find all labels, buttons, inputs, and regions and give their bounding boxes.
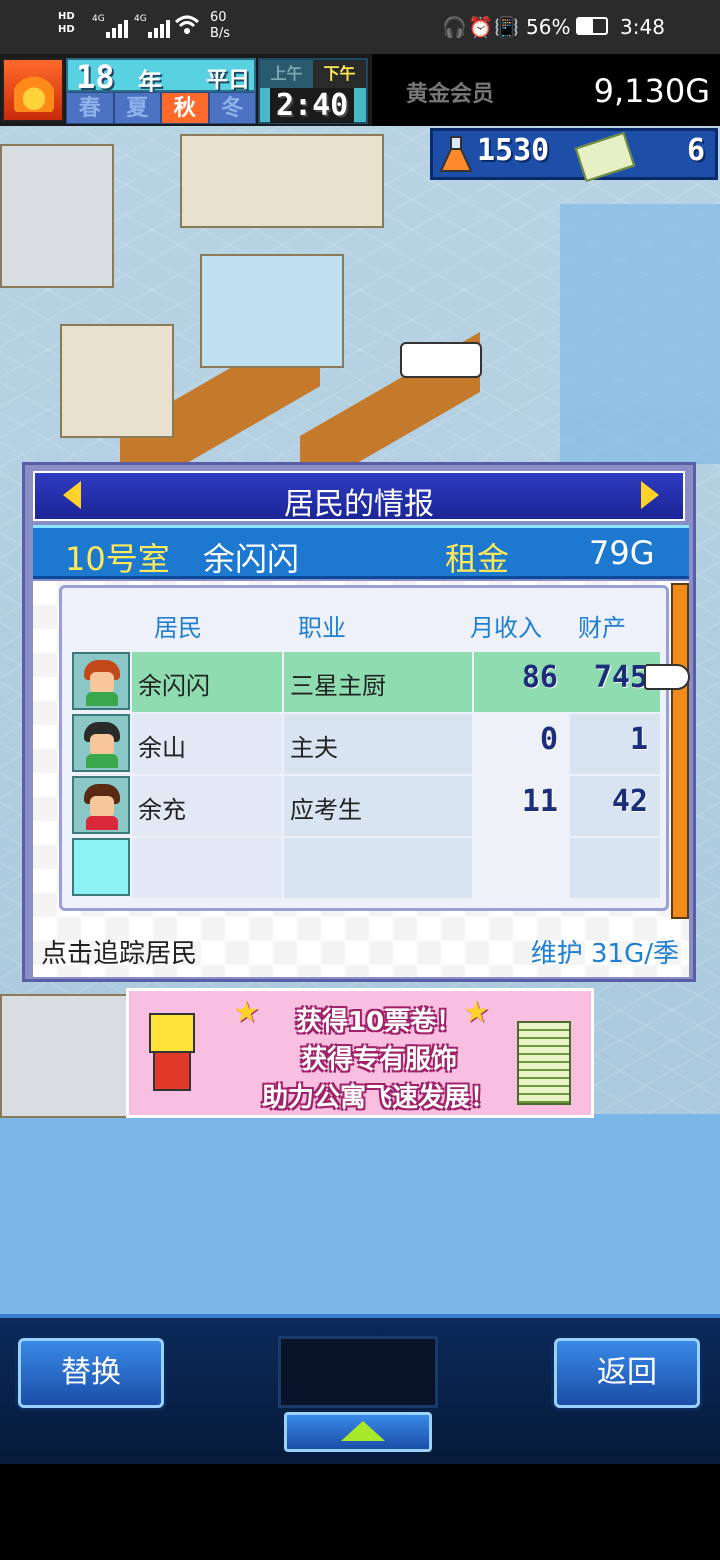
promo-line-1: 获得10票卷！ bbox=[295, 1007, 463, 1037]
resident-info-panel: 居民的情报 10号室 余闪闪 租金 79G 居民 职业 月收入 财产 余闪闪 三… bbox=[22, 462, 696, 982]
avatar bbox=[72, 652, 130, 710]
building-wall bbox=[180, 134, 384, 228]
resident-name: 余闪闪 bbox=[138, 672, 210, 700]
scrollbar[interactable] bbox=[671, 583, 689, 919]
season-indicator: 春 夏 秋 冬 bbox=[66, 92, 256, 124]
table-row[interactable]: 余充 应考生 11 42 bbox=[70, 776, 660, 836]
promo-banner[interactable]: ★ ★ 获得10票卷！ 获得专有服饰 助力公寓飞速发展！ bbox=[126, 988, 594, 1118]
resident-name: 余充 bbox=[138, 796, 186, 824]
game-clock: 2:40 bbox=[270, 88, 355, 123]
resident-status-bubble[interactable] bbox=[400, 342, 482, 378]
battery-percent: 56% bbox=[526, 15, 571, 39]
weekday-label: 平日 bbox=[206, 68, 251, 93]
header-assets: 财产 bbox=[578, 614, 626, 642]
resident-table: 居民 职业 月收入 财产 余闪闪 三星主厨 86 745 余山 主夫 0 1 余… bbox=[59, 585, 669, 911]
year-number: 18 bbox=[76, 58, 115, 96]
header-income: 月收入 bbox=[470, 614, 542, 642]
bathroom-room[interactable] bbox=[200, 254, 344, 368]
membership-label[interactable]: 黄金会员 bbox=[406, 76, 494, 108]
empty-slot-row[interactable] bbox=[70, 838, 660, 898]
season-summer: 夏 bbox=[113, 92, 161, 124]
room-number: 10号室 bbox=[65, 540, 170, 578]
empty-avatar-slot bbox=[72, 838, 130, 896]
wifi-icon bbox=[174, 15, 200, 34]
resident-name: 余山 bbox=[138, 734, 186, 762]
kitchen-room[interactable] bbox=[60, 324, 174, 438]
rent-value: 79G bbox=[589, 534, 655, 572]
room-info-bar: 10号室 余闪闪 租金 79G bbox=[33, 525, 689, 579]
track-resident-hint[interactable]: 点击追踪居民 bbox=[41, 933, 197, 970]
panel-title: 居民的情报 bbox=[284, 487, 434, 522]
resident-income: 11 bbox=[521, 784, 558, 819]
expand-up-button[interactable] bbox=[284, 1412, 432, 1452]
office-room[interactable] bbox=[0, 144, 114, 288]
rent-label: 租金 bbox=[445, 540, 510, 578]
gold-amount: 9,130G bbox=[593, 72, 710, 110]
autumn-season-icon bbox=[2, 58, 64, 122]
resident-table-area: 居民 职业 月收入 财产 余闪闪 三星主厨 86 745 余山 主夫 0 1 余… bbox=[33, 581, 689, 977]
table-row[interactable]: 余闪闪 三星主厨 86 745 bbox=[70, 652, 660, 712]
back-button[interactable]: 返回 bbox=[554, 1338, 700, 1408]
flask-icon bbox=[439, 136, 473, 172]
network-speed: 60 B/s bbox=[210, 10, 231, 41]
replace-button[interactable]: 替换 bbox=[18, 1338, 164, 1408]
resident-assets: 42 bbox=[611, 784, 648, 819]
vibrate-icon: 📳 bbox=[494, 15, 519, 39]
network-hd-indicator: HD HD bbox=[58, 11, 75, 35]
pointer-hand-icon bbox=[644, 664, 690, 690]
status-bar: HD HD 4G 4G 60 B/s 🎧 ⏰ 📳 56% 3:48 bbox=[0, 0, 720, 54]
avatar bbox=[72, 776, 130, 834]
center-slot bbox=[278, 1336, 438, 1408]
research-points: 1530 bbox=[477, 133, 550, 168]
ticket-icon bbox=[574, 131, 636, 183]
clock-time: 3:48 bbox=[620, 15, 665, 39]
am-indicator: 上午 bbox=[260, 60, 313, 88]
alarm-icon: ⏰ bbox=[468, 15, 493, 39]
season-spring: 春 bbox=[66, 92, 114, 124]
year-box: 18 年 平日 bbox=[66, 58, 256, 96]
resident-income: 86 bbox=[521, 660, 558, 695]
battery-icon bbox=[576, 17, 608, 35]
avatar bbox=[72, 714, 130, 772]
signal-icon: 4G bbox=[92, 14, 128, 38]
next-arrow-icon[interactable] bbox=[641, 481, 659, 509]
time-box: 上午 下午 2:40 bbox=[258, 58, 368, 124]
signal-icon: 4G bbox=[134, 14, 170, 38]
header-job: 职业 bbox=[298, 614, 346, 642]
season-autumn: 秋 bbox=[161, 92, 209, 124]
gold-bar: 黄金会员 9,130G bbox=[372, 54, 720, 126]
season-winter: 冬 bbox=[208, 92, 256, 124]
resources-bar: 1530 6 bbox=[430, 128, 718, 183]
promo-line-2: 获得专有服饰 bbox=[300, 1045, 457, 1075]
office-room[interactable] bbox=[0, 994, 134, 1118]
panel-title-bar: 居民的情报 bbox=[33, 471, 685, 522]
bottom-toolbar: 替换 返回 bbox=[0, 1314, 720, 1464]
pm-indicator: 下午 bbox=[313, 60, 366, 88]
resident-income: 0 bbox=[539, 722, 558, 757]
sky-area bbox=[560, 204, 720, 464]
up-arrow-icon bbox=[341, 1421, 385, 1441]
resident-job: 三星主厨 bbox=[290, 672, 386, 700]
header-resident: 居民 bbox=[154, 614, 202, 642]
maintenance-cost: 维护 31G/季 bbox=[530, 939, 679, 969]
resident-assets: 745 bbox=[593, 660, 648, 695]
mascot-icon bbox=[145, 1013, 195, 1099]
resident-job: 主夫 bbox=[290, 734, 338, 762]
table-row[interactable]: 余山 主夫 0 1 bbox=[70, 714, 660, 774]
resident-job: 应考生 bbox=[290, 796, 362, 824]
headset-icon: 🎧 bbox=[442, 15, 467, 39]
ticket-count: 6 bbox=[686, 133, 705, 168]
money-stack-icon bbox=[517, 1021, 571, 1105]
resident-assets: 1 bbox=[629, 722, 648, 757]
room-resident-name: 余闪闪 bbox=[203, 540, 300, 578]
promo-line-3: 助力公寓飞速发展！ bbox=[261, 1083, 496, 1113]
sky-area bbox=[0, 1114, 720, 1314]
